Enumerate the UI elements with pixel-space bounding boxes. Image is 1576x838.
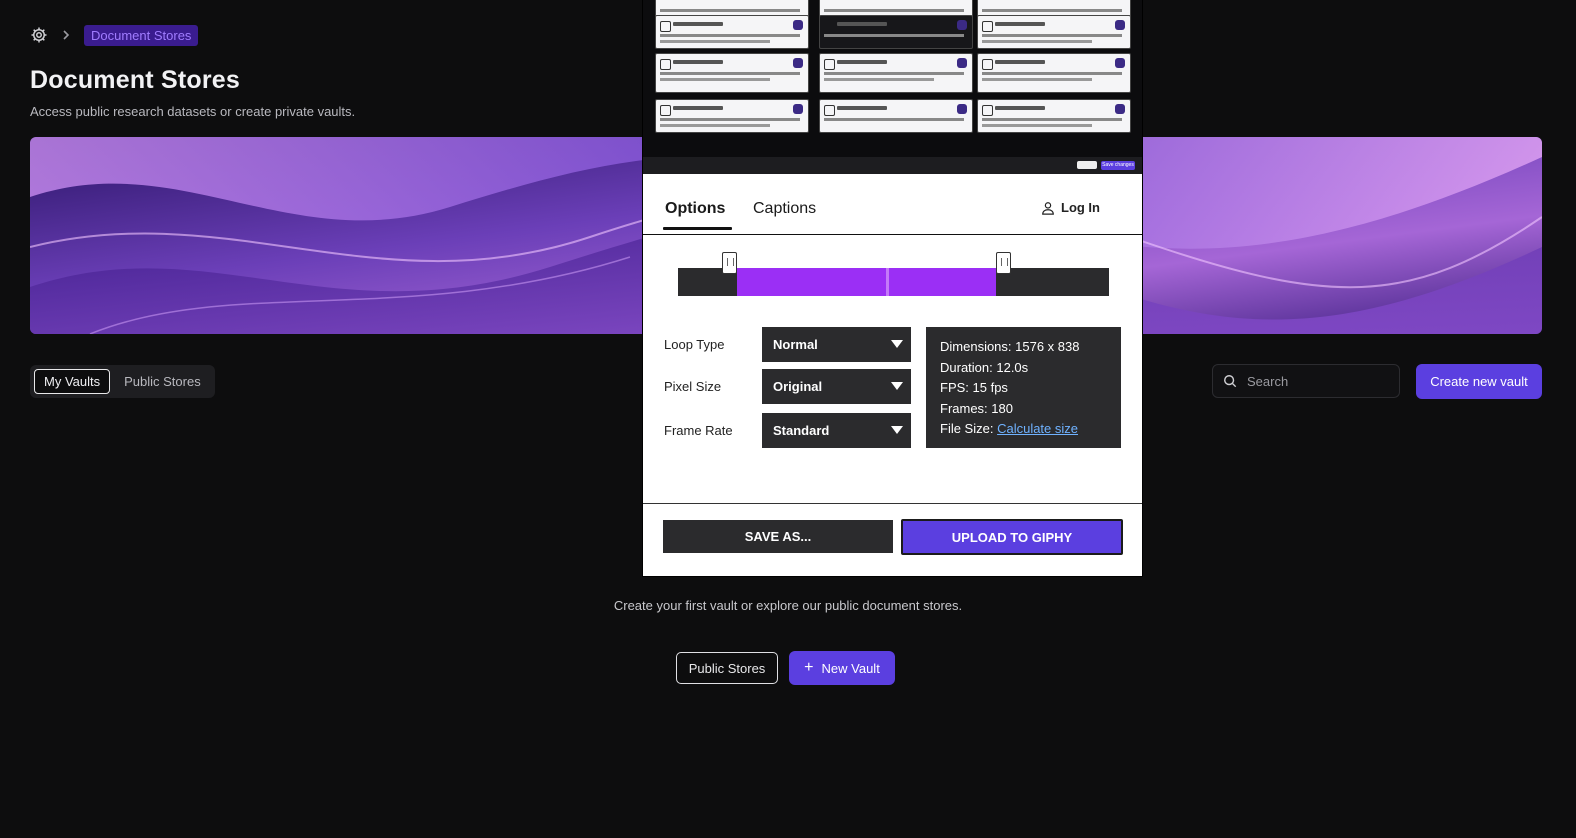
save-as-button[interactable]: SAVE AS... <box>663 520 893 553</box>
preview-card <box>977 99 1131 133</box>
frame-rate-select[interactable]: Standard <box>762 413 911 448</box>
divider <box>643 503 1142 504</box>
upload-to-giphy-button[interactable]: UPLOAD TO GIPHY <box>901 519 1123 555</box>
breadcrumb-current[interactable]: Document Stores <box>84 24 199 46</box>
info-fps: FPS: 15 fps <box>940 380 1008 396</box>
preview-card <box>977 53 1131 93</box>
frame-rate-value: Standard <box>773 423 830 438</box>
info-duration: Duration: 12.0s <box>940 359 1029 375</box>
tab-my-vaults[interactable]: My Vaults <box>34 369 111 394</box>
pixel-size-label: Pixel Size <box>664 379 722 394</box>
breadcrumb: Document Stores <box>30 24 199 46</box>
preview-footer <box>643 157 1142 174</box>
timeline-selection <box>737 268 886 296</box>
preview-card <box>819 15 973 49</box>
tab-captions[interactable]: Captions <box>753 200 816 218</box>
plus-icon: + <box>804 659 814 676</box>
active-tab-indicator <box>663 227 732 230</box>
preview-card-grid <box>655 0 1131 133</box>
new-vault-button[interactable]: + New Vault <box>789 651 895 685</box>
tab-options[interactable]: Options <box>665 200 725 218</box>
recording-preview: Save changes <box>643 0 1142 174</box>
search-input[interactable] <box>1245 372 1389 390</box>
preview-save-button: Save changes <box>1101 161 1135 170</box>
info-file-size: File Size: Calculate size <box>940 419 1107 440</box>
preview-card <box>655 15 809 49</box>
caret-down-icon <box>891 382 903 390</box>
info-dimensions: Dimensions: 1576 x 838 <box>940 339 1080 354</box>
preview-card <box>819 53 973 93</box>
gear-icon[interactable] <box>30 26 48 44</box>
new-vault-label: New Vault <box>821 660 880 676</box>
search-box <box>1212 364 1400 398</box>
chevron-right-icon <box>63 30 70 40</box>
file-size-label: File Size: <box>940 421 998 437</box>
search-icon <box>1224 375 1237 388</box>
preview-card <box>655 99 809 133</box>
recorder-tabs: Options Captions Log In <box>643 180 1142 235</box>
caret-down-icon <box>891 340 903 348</box>
login-label: Log In <box>1061 200 1100 215</box>
pixel-size-select[interactable]: Original <box>762 369 911 404</box>
preview-card <box>819 99 973 133</box>
login-link[interactable]: Log In <box>1041 200 1100 215</box>
frame-rate-label: Frame Rate <box>664 423 733 438</box>
loop-type-select[interactable]: Normal <box>762 327 911 362</box>
loop-type-value: Normal <box>773 337 818 352</box>
tab-public-stores[interactable]: Public Stores <box>114 368 211 395</box>
preview-card <box>977 15 1131 49</box>
info-frames: Frames: 180 <box>940 400 1013 416</box>
public-stores-button[interactable]: Public Stores <box>676 652 778 684</box>
caret-down-icon <box>891 426 903 434</box>
preview-card <box>655 53 809 93</box>
page-subtitle: Access public research datasets or creat… <box>30 104 356 119</box>
timeline-track[interactable] <box>678 268 1109 296</box>
gif-recorder-panel: Save changes Options Captions Log In Loo… <box>643 0 1142 576</box>
trim-end-handle[interactable] <box>996 252 1011 274</box>
recording-info: Dimensions: 1576 x 838 Duration: 12.0s F… <box>926 327 1121 448</box>
vault-tabs: My Vaults Public Stores <box>30 365 215 398</box>
user-icon <box>1042 201 1054 215</box>
timeline-selection <box>889 268 996 296</box>
create-new-vault-button[interactable]: Create new vault <box>1416 364 1542 399</box>
preview-cancel-button <box>1077 161 1097 169</box>
empty-state-message: Create your first vault or explore our p… <box>613 598 963 613</box>
page-title: Document Stores <box>30 66 240 94</box>
calculate-size-link[interactable]: Calculate size <box>997 421 1078 436</box>
trim-start-handle[interactable] <box>722 252 737 274</box>
loop-type-label: Loop Type <box>664 337 725 352</box>
pixel-size-value: Original <box>773 379 823 394</box>
